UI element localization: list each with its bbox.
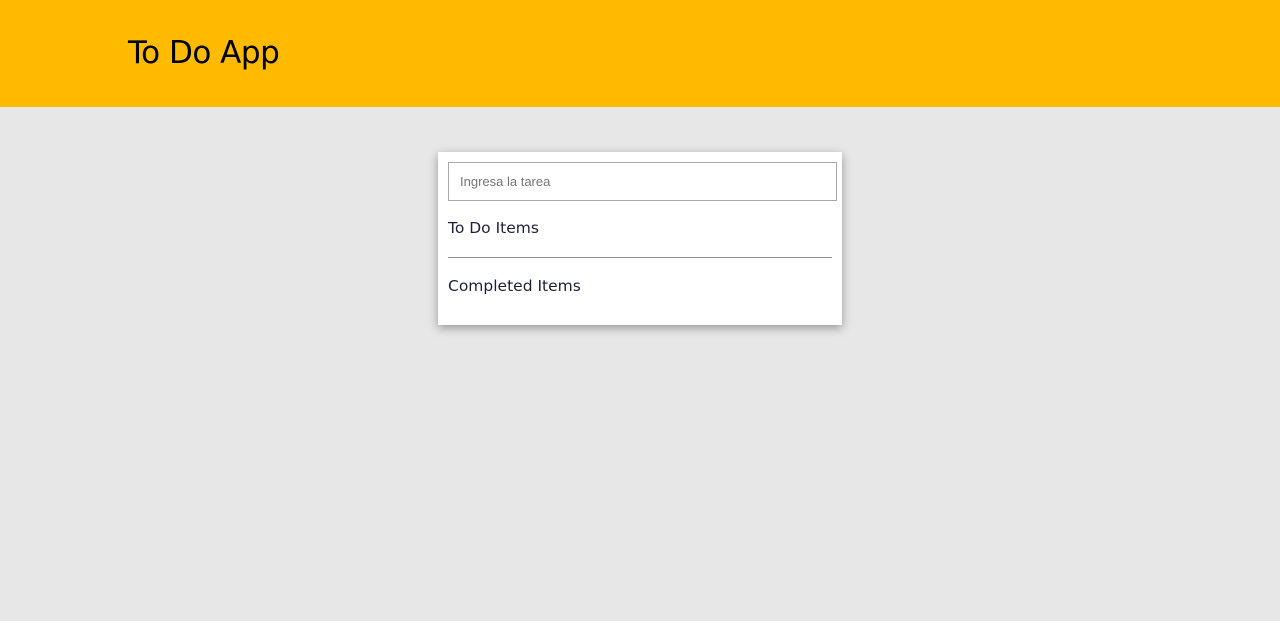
completed-items-heading: Completed Items <box>448 277 581 295</box>
app-header: To Do App <box>0 0 1280 107</box>
task-input[interactable] <box>448 162 837 201</box>
section-divider <box>448 257 832 258</box>
app-title: To Do App <box>128 35 280 71</box>
todo-items-heading: To Do Items <box>448 219 539 237</box>
todo-card: To Do Items Completed Items <box>438 152 842 325</box>
